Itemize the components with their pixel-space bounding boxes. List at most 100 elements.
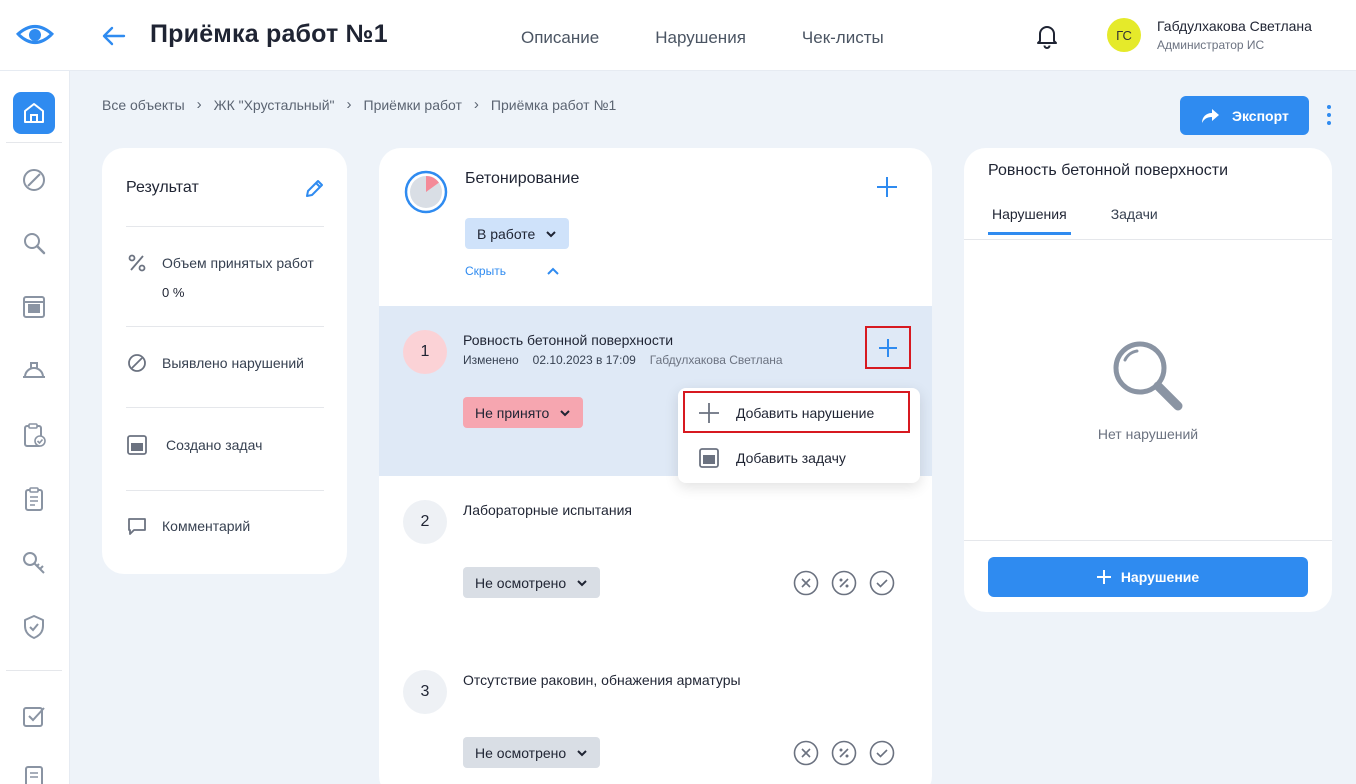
changed-label: Изменено <box>463 353 519 367</box>
sidebar <box>0 71 70 784</box>
percent-icon[interactable] <box>831 570 857 596</box>
document-icon[interactable] <box>20 763 48 784</box>
status-label: В работе <box>477 225 536 242</box>
violations-label: Выявлено нарушений <box>162 355 304 371</box>
divider <box>964 540 1332 541</box>
status-label: Не осмотрено <box>475 574 567 591</box>
avatar[interactable]: ГС <box>1107 18 1141 52</box>
tab-tasks[interactable]: Задачи <box>1107 206 1162 235</box>
item-actions <box>793 570 895 596</box>
checkbox-icon[interactable] <box>20 702 48 730</box>
reject-icon[interactable] <box>793 570 819 596</box>
panel-title: Ровность бетонной поверхности <box>988 162 1229 179</box>
item-title: Лабораторные испытания <box>463 502 632 518</box>
tab-violations[interactable]: Нарушения <box>655 28 746 48</box>
export-button[interactable]: Экспорт <box>1180 96 1309 135</box>
highlight-box <box>683 391 910 433</box>
breadcrumb-item[interactable]: ЖК "Хрустальный" <box>214 97 335 113</box>
breadcrumb: Все объекты › ЖК "Хрустальный" › Приёмки… <box>102 96 616 113</box>
page-title: Приёмка работ №1 <box>150 20 388 48</box>
add-button[interactable] <box>865 326 911 369</box>
checklist-status-select[interactable]: В работе <box>465 218 570 249</box>
bell-icon[interactable] <box>1034 23 1060 49</box>
search-icon <box>1108 338 1188 418</box>
chevron-right-icon: › <box>473 96 479 113</box>
result-title: Результат <box>126 179 199 196</box>
task-icon[interactable] <box>20 293 48 321</box>
tab-description[interactable]: Описание <box>521 28 599 48</box>
key-icon[interactable] <box>20 549 48 577</box>
user-role: Администратор ИС <box>1157 38 1265 52</box>
accepted-volume-label: Объем принятых работ <box>162 255 314 271</box>
comment-row[interactable]: Комментарий <box>126 515 250 537</box>
chevron-up-icon[interactable] <box>546 265 560 277</box>
user-name[interactable]: Габдулхакова Светлана <box>1157 18 1312 34</box>
chevron-down-icon <box>545 230 557 238</box>
plus-icon[interactable] <box>875 175 899 199</box>
checklist-item[interactable]: 2 Лабораторные испытания Не осмотрено <box>379 476 932 646</box>
comment-icon <box>126 515 148 537</box>
result-card: Результат Объем принятых работ 0 % Выявл… <box>102 148 347 574</box>
task-icon <box>698 447 720 469</box>
plus-icon <box>1096 570 1111 584</box>
percent-icon[interactable] <box>831 740 857 766</box>
plus-icon <box>878 338 898 358</box>
percent-icon <box>126 252 148 274</box>
breadcrumb-current: Приёмка работ №1 <box>490 96 617 113</box>
divider <box>126 407 324 408</box>
divider <box>126 326 324 327</box>
add-menu: Добавить нарушение Добавить задачу <box>678 388 920 483</box>
shield-icon[interactable] <box>20 613 48 641</box>
divider <box>6 670 62 671</box>
more-icon[interactable] <box>1320 104 1338 126</box>
item-actions <box>793 740 895 766</box>
reject-icon[interactable] <box>793 740 819 766</box>
chevron-down-icon <box>559 409 571 417</box>
chevron-down-icon <box>576 749 588 757</box>
item-meta: Изменено 02.10.2023 в 17:09 Габдулхакова… <box>463 353 783 367</box>
accept-icon[interactable] <box>869 570 895 596</box>
divider <box>126 490 324 491</box>
tab-violations[interactable]: Нарушения <box>988 206 1071 235</box>
comment-label: Комментарий <box>162 518 251 534</box>
clipboard-list-icon[interactable] <box>20 485 48 513</box>
search-icon[interactable] <box>20 229 48 257</box>
checklist-item[interactable]: 3 Отсутствие раковин, обнажения арматуры… <box>379 646 932 784</box>
item-title: Отсутствие раковин, обнажения арматуры <box>463 672 741 688</box>
top-nav: Описание Нарушения Чек-листы <box>521 28 884 48</box>
clipboard-check-icon[interactable] <box>20 421 48 449</box>
status-label: Не принято <box>475 404 550 421</box>
violations-row: Выявлено нарушений <box>126 352 304 374</box>
status-label: Не осмотрено <box>475 744 567 761</box>
item-status-select[interactable]: Не осмотрено <box>463 737 601 768</box>
pencil-icon[interactable] <box>303 178 325 200</box>
accepted-volume-value: 0 % <box>162 285 185 300</box>
breadcrumb-item[interactable]: Все объекты <box>102 97 185 113</box>
eye-icon[interactable] <box>14 20 56 50</box>
add-violation-button[interactable]: Нарушение <box>988 557 1308 597</box>
menu-item-add-task[interactable]: Добавить задачу <box>678 436 920 480</box>
item-status-select[interactable]: Не осмотрено <box>463 567 601 598</box>
forbidden-icon[interactable] <box>20 166 48 194</box>
chevron-right-icon: › <box>346 96 352 113</box>
export-label: Экспорт <box>1232 107 1289 124</box>
hardhat-icon[interactable] <box>20 357 48 385</box>
progress-pie <box>404 170 448 214</box>
breadcrumb-item[interactable]: Приёмки работ <box>364 97 462 113</box>
home-icon[interactable] <box>13 92 55 134</box>
tab-checklists[interactable]: Чек-листы <box>802 28 884 48</box>
panel-tabs: Нарушения Задачи <box>988 206 1162 235</box>
item-number: 3 <box>403 670 447 714</box>
item-number: 2 <box>403 500 447 544</box>
accept-icon[interactable] <box>869 740 895 766</box>
divider <box>964 239 1332 240</box>
item-status-select[interactable]: Не принято <box>463 397 584 428</box>
item-title: Ровность бетонной поверхности <box>463 332 674 348</box>
hide-link[interactable]: Скрыть <box>465 264 506 278</box>
divider <box>126 226 324 227</box>
back-arrow-icon[interactable] <box>100 22 128 50</box>
checklist-title: Бетонирование <box>465 170 580 187</box>
menu-item-label: Добавить задачу <box>736 450 846 466</box>
accepted-volume-row: Объем принятых работ <box>126 252 314 274</box>
share-icon <box>1200 107 1220 125</box>
